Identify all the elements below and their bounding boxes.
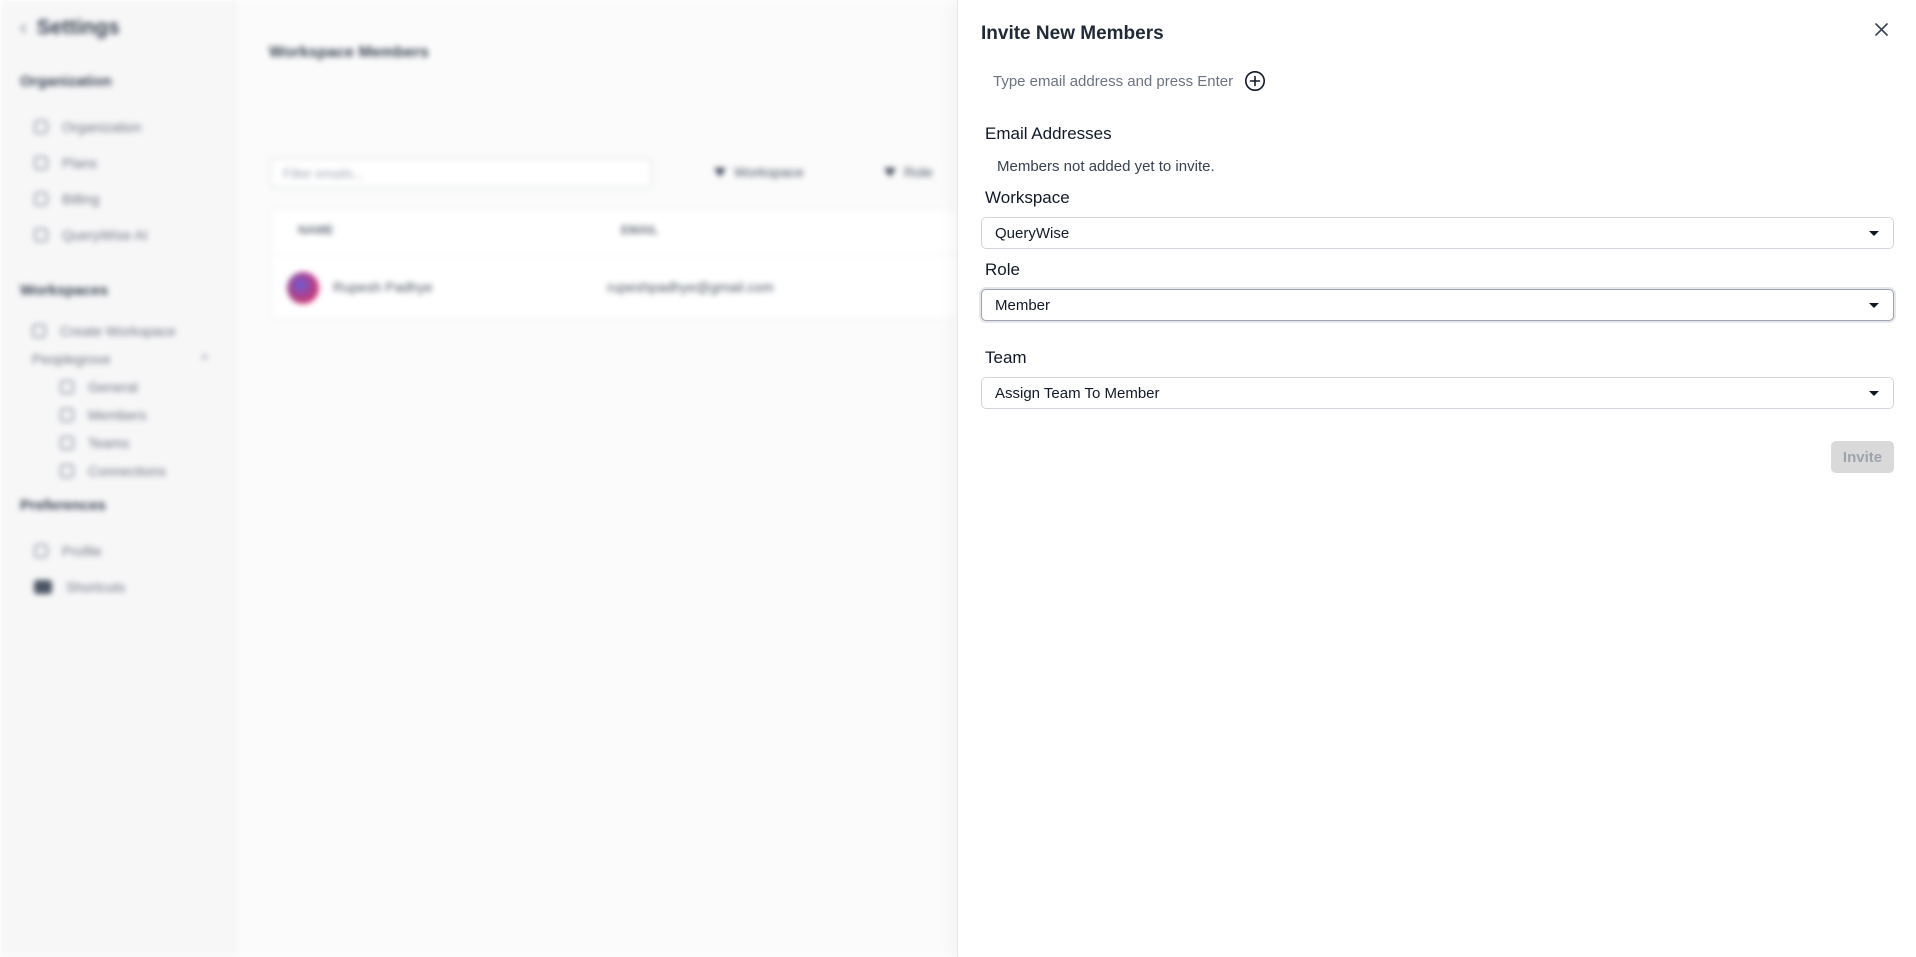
workspace-label: Workspace xyxy=(985,188,1070,207)
close-button[interactable] xyxy=(1870,18,1892,40)
team-icon xyxy=(60,436,74,450)
role-label: Role xyxy=(985,260,1020,279)
team-select[interactable]: Assign Team To Member xyxy=(981,377,1894,409)
sidebar-item-label: Organization xyxy=(62,119,142,135)
ai-icon xyxy=(34,228,48,242)
filter-emails-input[interactable]: Filter emails... xyxy=(270,158,652,188)
sidebar-item-plans[interactable]: Plans xyxy=(34,155,97,171)
sidebar-item-profile[interactable]: Profile xyxy=(34,543,102,559)
invite-button[interactable]: Invite xyxy=(1831,441,1894,473)
role-filter-button[interactable]: Role xyxy=(884,164,933,180)
keyboard-icon xyxy=(34,580,52,594)
member-name: Rupesh Padhye xyxy=(333,279,433,295)
app-root: ‹ Settings Organization Organization Pla… xyxy=(0,0,1916,957)
users-icon xyxy=(60,408,74,422)
sidebar-item-label: Create Workspace xyxy=(60,323,176,339)
sidebar-item-label: Plans xyxy=(62,155,98,171)
caret-down-icon xyxy=(1869,230,1879,236)
column-header-email[interactable]: EMAIL xyxy=(621,223,658,237)
team-select-value: Assign Team To Member xyxy=(995,384,1160,402)
sidebar-header[interactable]: ‹ Settings xyxy=(20,16,120,40)
sidebar-item-label: Billing xyxy=(62,191,100,207)
column-header-name[interactable]: NAME xyxy=(298,223,333,237)
add-email-button[interactable] xyxy=(1244,70,1266,92)
sidebar-item-label: Teams xyxy=(88,435,130,451)
sidebar-item-shortcuts[interactable]: Shortcuts xyxy=(34,579,125,595)
gear-icon xyxy=(60,380,74,394)
sidebar-item-label: QueryWise AI xyxy=(62,227,148,243)
chevron-up-icon: ^ xyxy=(201,351,208,367)
section-workspaces: Workspaces xyxy=(20,282,109,299)
sidebar-item-members[interactable]: Members xyxy=(60,407,146,423)
back-chevron-icon[interactable]: ‹ xyxy=(20,17,27,40)
building-icon xyxy=(34,120,48,134)
page-title: Workspace Members xyxy=(269,44,429,61)
workspace-name: Peoplegrove xyxy=(32,351,111,367)
workspace-toggle[interactable]: Peoplegrove ^ xyxy=(32,351,208,367)
sidebar-title: Settings xyxy=(36,16,120,39)
empty-emails-note: Members not added yet to invite. xyxy=(997,158,1215,175)
sidebar-item-connections[interactable]: Connections xyxy=(60,463,166,479)
caret-down-icon xyxy=(1869,302,1879,308)
caret-down-icon xyxy=(1869,390,1879,396)
calendar-icon xyxy=(34,156,48,170)
role-select[interactable]: Member xyxy=(981,289,1894,321)
settings-sidebar: ‹ Settings Organization Organization Pla… xyxy=(0,0,236,957)
sidebar-item-general[interactable]: General xyxy=(60,379,138,395)
sidebar-item-label: General xyxy=(88,379,138,395)
sidebar-item-create-workspace[interactable]: Create Workspace xyxy=(32,323,176,339)
sidebar-item-billing[interactable]: Billing xyxy=(34,191,99,207)
filter-label: Role xyxy=(904,164,933,180)
sidebar-item-label: Members xyxy=(88,407,147,423)
workspace-select[interactable]: QueryWise xyxy=(981,217,1894,249)
members-table: NAME EMAIL Rupesh Padhye rupeshpadhye@gm… xyxy=(270,208,960,320)
user-icon xyxy=(34,544,48,558)
workspace-filter-button[interactable]: Workspace xyxy=(714,164,804,180)
invite-members-drawer: Invite New Members Email Addresses Membe… xyxy=(957,0,1916,957)
sidebar-item-teams[interactable]: Teams xyxy=(60,435,129,451)
sidebar-item-label: Profile xyxy=(62,543,102,559)
plus-circle-icon xyxy=(1245,71,1265,91)
sidebar-item-organization[interactable]: Organization xyxy=(34,119,141,135)
close-icon xyxy=(1874,22,1888,36)
card-icon xyxy=(34,192,48,206)
header-divider xyxy=(271,254,959,255)
member-email: rupeshpadhye@gmail.com xyxy=(607,279,774,295)
filter-icon xyxy=(714,167,726,177)
sidebar-item-label: Connections xyxy=(88,463,166,479)
role-select-value: Member xyxy=(995,296,1051,314)
drawer-title: Invite New Members xyxy=(981,23,1164,44)
plus-square-icon xyxy=(32,324,46,338)
section-organization: Organization xyxy=(20,73,112,90)
section-preferences: Preferences xyxy=(20,497,106,514)
database-icon xyxy=(60,464,74,478)
email-input[interactable] xyxy=(981,66,1233,96)
sidebar-item-querywise-ai[interactable]: QueryWise AI xyxy=(34,227,148,243)
workspace-select-value: QueryWise xyxy=(995,224,1070,242)
filter-label: Workspace xyxy=(734,164,804,180)
sidebar-item-label: Shortcuts xyxy=(66,579,126,595)
team-label: Team xyxy=(985,348,1027,367)
filter-icon xyxy=(884,167,896,177)
avatar xyxy=(287,272,319,304)
email-addresses-label: Email Addresses xyxy=(985,124,1112,143)
